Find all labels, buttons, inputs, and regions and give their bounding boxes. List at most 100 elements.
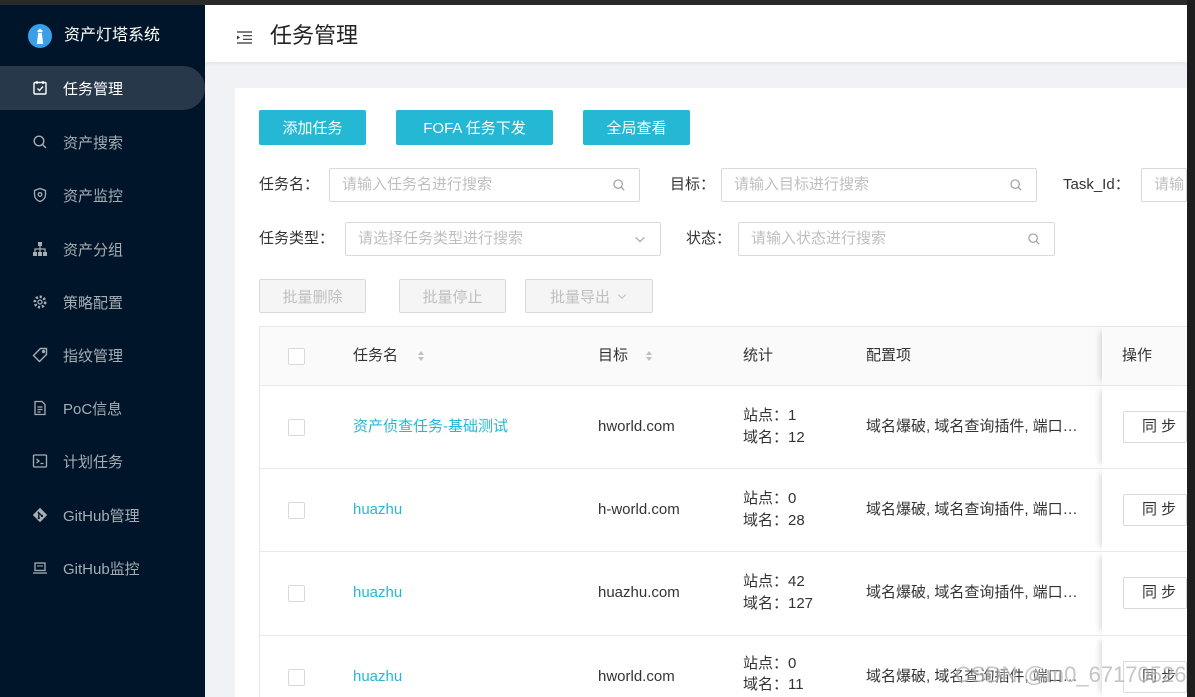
task-name-link[interactable]: huazhu bbox=[353, 500, 402, 520]
sidebar-item-github-monitor[interactable]: GitHub监控 bbox=[0, 546, 205, 590]
row-checkbox[interactable] bbox=[288, 669, 305, 686]
sidebar-item-scheduled-task[interactable]: 计划任务 bbox=[0, 439, 205, 483]
column-header-target: 目标 bbox=[598, 347, 629, 364]
sidebar-item-task-management[interactable]: 任务管理 bbox=[0, 66, 205, 110]
add-task-button[interactable]: 添加任务 bbox=[259, 110, 366, 145]
tag-icon bbox=[32, 347, 48, 363]
task-name-search-input[interactable]: 请输入任务名进行搜索 bbox=[329, 168, 640, 202]
laptop-icon bbox=[32, 560, 48, 576]
site-count: 站点：0 bbox=[743, 655, 797, 672]
task-id-search-input[interactable]: 请输 bbox=[1141, 168, 1187, 202]
file-text-icon bbox=[32, 400, 48, 416]
task-config: 域名爆破, 域名查询插件, 端口… bbox=[866, 418, 1078, 435]
task-type-label: 任务类型： bbox=[259, 230, 335, 247]
bulk-stop-button[interactable]: 批量停止 bbox=[399, 279, 506, 313]
page-title: 任务管理 bbox=[270, 23, 359, 48]
sidebar-item-label: PoC信息 bbox=[63, 400, 123, 418]
menu-fold-icon[interactable] bbox=[237, 31, 252, 44]
fofa-dispatch-button[interactable]: FOFA 任务下发 bbox=[396, 110, 553, 145]
watermark: CSDN @m0_67170526 bbox=[955, 662, 1187, 687]
sidebar-item-asset-group[interactable]: 资产分组 bbox=[0, 227, 205, 271]
target-label: 目标： bbox=[670, 176, 716, 193]
search-icon[interactable] bbox=[612, 178, 626, 192]
table-row: huazhu h-world.com 站点：0 域名：28 域名爆破, 域名查询… bbox=[259, 469, 1187, 552]
sidebar-item-asset-search[interactable]: 资产搜索 bbox=[0, 120, 205, 164]
target-search-input[interactable]: 请输入目标进行搜索 bbox=[721, 168, 1037, 202]
task-target: hworld.com bbox=[598, 418, 675, 435]
table-row: 资产侦查任务-基础测试 hworld.com 站点：1 域名：12 域名爆破, … bbox=[259, 386, 1187, 469]
sync-button[interactable]: 同 步 bbox=[1123, 411, 1187, 443]
row-checkbox[interactable] bbox=[288, 419, 305, 436]
task-name-link[interactable]: huazhu bbox=[353, 583, 402, 603]
task-target: huazhu.com bbox=[598, 584, 680, 601]
task-name-link[interactable]: 资产侦查任务-基础测试 bbox=[353, 417, 508, 437]
global-view-button[interactable]: 全局查看 bbox=[583, 110, 690, 145]
sidebar-item-asset-monitor[interactable]: 资产监控 bbox=[0, 173, 205, 217]
task-stats: 站点：0 域名：11 bbox=[743, 653, 804, 695]
site-count: 站点：1 bbox=[743, 407, 797, 424]
screen: 资产灯塔系统 任务管理 资产搜索 资产监控 资产分组 策略配置 指纹管理 PoC… bbox=[0, 0, 1195, 697]
status-search-input[interactable]: 请输入状态进行搜索 bbox=[738, 222, 1055, 256]
sidebar-item-label: 资产分组 bbox=[63, 241, 124, 259]
task-target: h-world.com bbox=[598, 501, 680, 518]
sort-icon[interactable] bbox=[645, 350, 653, 362]
sidebar-item-github-management[interactable]: GitHub管理 bbox=[0, 493, 205, 537]
search-icon[interactable] bbox=[1009, 178, 1023, 192]
sort-icon[interactable] bbox=[417, 350, 425, 362]
bulk-delete-button[interactable]: 批量删除 bbox=[259, 279, 366, 313]
chevron-down-icon bbox=[633, 232, 647, 246]
table-header: 任务名 目标 统计 配置项 操作 bbox=[259, 326, 1187, 386]
column-header-name: 任务名 bbox=[353, 347, 399, 364]
column-header-config: 配置项 bbox=[866, 347, 912, 364]
task-id-placeholder: 请输 bbox=[1154, 176, 1185, 193]
task-config: 域名爆破, 域名查询插件, 端口… bbox=[866, 584, 1078, 601]
domain-count: 域名：11 bbox=[743, 676, 804, 693]
sync-button[interactable]: 同 步 bbox=[1123, 577, 1187, 609]
task-name-link[interactable]: huazhu bbox=[353, 667, 402, 687]
shield-icon bbox=[32, 187, 48, 203]
sidebar-item-label: 策略配置 bbox=[63, 294, 124, 312]
column-header-stats: 统计 bbox=[743, 347, 774, 364]
sidebar-item-label: GitHub监控 bbox=[63, 560, 140, 578]
sidebar-item-strategy-config[interactable]: 策略配置 bbox=[0, 280, 205, 324]
action-cell: 同 步 bbox=[1102, 386, 1187, 468]
domain-count: 域名：127 bbox=[743, 595, 814, 612]
sidebar-item-fingerprint[interactable]: 指纹管理 bbox=[0, 333, 205, 377]
status-label: 状态： bbox=[686, 230, 732, 247]
lighthouse-logo-icon bbox=[28, 24, 52, 48]
git-icon bbox=[32, 507, 48, 523]
bulk-export-dropdown[interactable]: 批量导出 bbox=[525, 279, 653, 313]
target-placeholder: 请输入目标进行搜索 bbox=[734, 176, 870, 193]
search-icon bbox=[32, 134, 48, 150]
action-cell: 同 步 bbox=[1102, 469, 1187, 551]
sidebar-item-label: 资产监控 bbox=[63, 187, 124, 205]
task-target: hworld.com bbox=[598, 668, 675, 685]
task-stats: 站点：1 域名：12 bbox=[743, 405, 805, 449]
search-icon[interactable] bbox=[1027, 232, 1041, 246]
sidebar-item-label: 资产搜索 bbox=[63, 134, 124, 152]
sync-button[interactable]: 同 步 bbox=[1123, 494, 1187, 526]
row-checkbox[interactable] bbox=[288, 585, 305, 602]
site-count: 站点：0 bbox=[743, 490, 797, 507]
table-row: huazhu huazhu.com 站点：42 域名：127 域名爆破, 域名查… bbox=[259, 552, 1187, 636]
task-stats: 站点：42 域名：127 bbox=[743, 571, 813, 615]
bulk-export-label: 批量导出 bbox=[549, 288, 610, 306]
task-config: 域名爆破, 域名查询插件, 端口… bbox=[866, 501, 1078, 518]
sidebar-item-label: 任务管理 bbox=[63, 80, 124, 98]
task-type-placeholder: 请选择任务类型进行搜索 bbox=[358, 230, 524, 247]
row-checkbox[interactable] bbox=[288, 502, 305, 519]
window-right-border bbox=[1187, 0, 1195, 697]
task-stats: 站点：0 域名：28 bbox=[743, 488, 805, 532]
select-all-checkbox[interactable] bbox=[288, 348, 305, 365]
app-title: 资产灯塔系统 bbox=[64, 27, 161, 44]
sidebar-item-label: 计划任务 bbox=[63, 453, 124, 471]
task-name-placeholder: 请输入任务名进行搜索 bbox=[342, 176, 493, 193]
terminal-icon bbox=[32, 453, 48, 469]
task-type-select[interactable]: 请选择任务类型进行搜索 bbox=[345, 222, 661, 256]
sidebar-item-label: GitHub管理 bbox=[63, 507, 140, 525]
domain-count: 域名：28 bbox=[743, 512, 805, 529]
column-header-action: 操作 bbox=[1122, 347, 1153, 364]
action-column-header: 操作 bbox=[1102, 327, 1187, 385]
sidebar-item-poc-info[interactable]: PoC信息 bbox=[0, 386, 205, 430]
action-cell: 同 步 bbox=[1102, 552, 1187, 635]
